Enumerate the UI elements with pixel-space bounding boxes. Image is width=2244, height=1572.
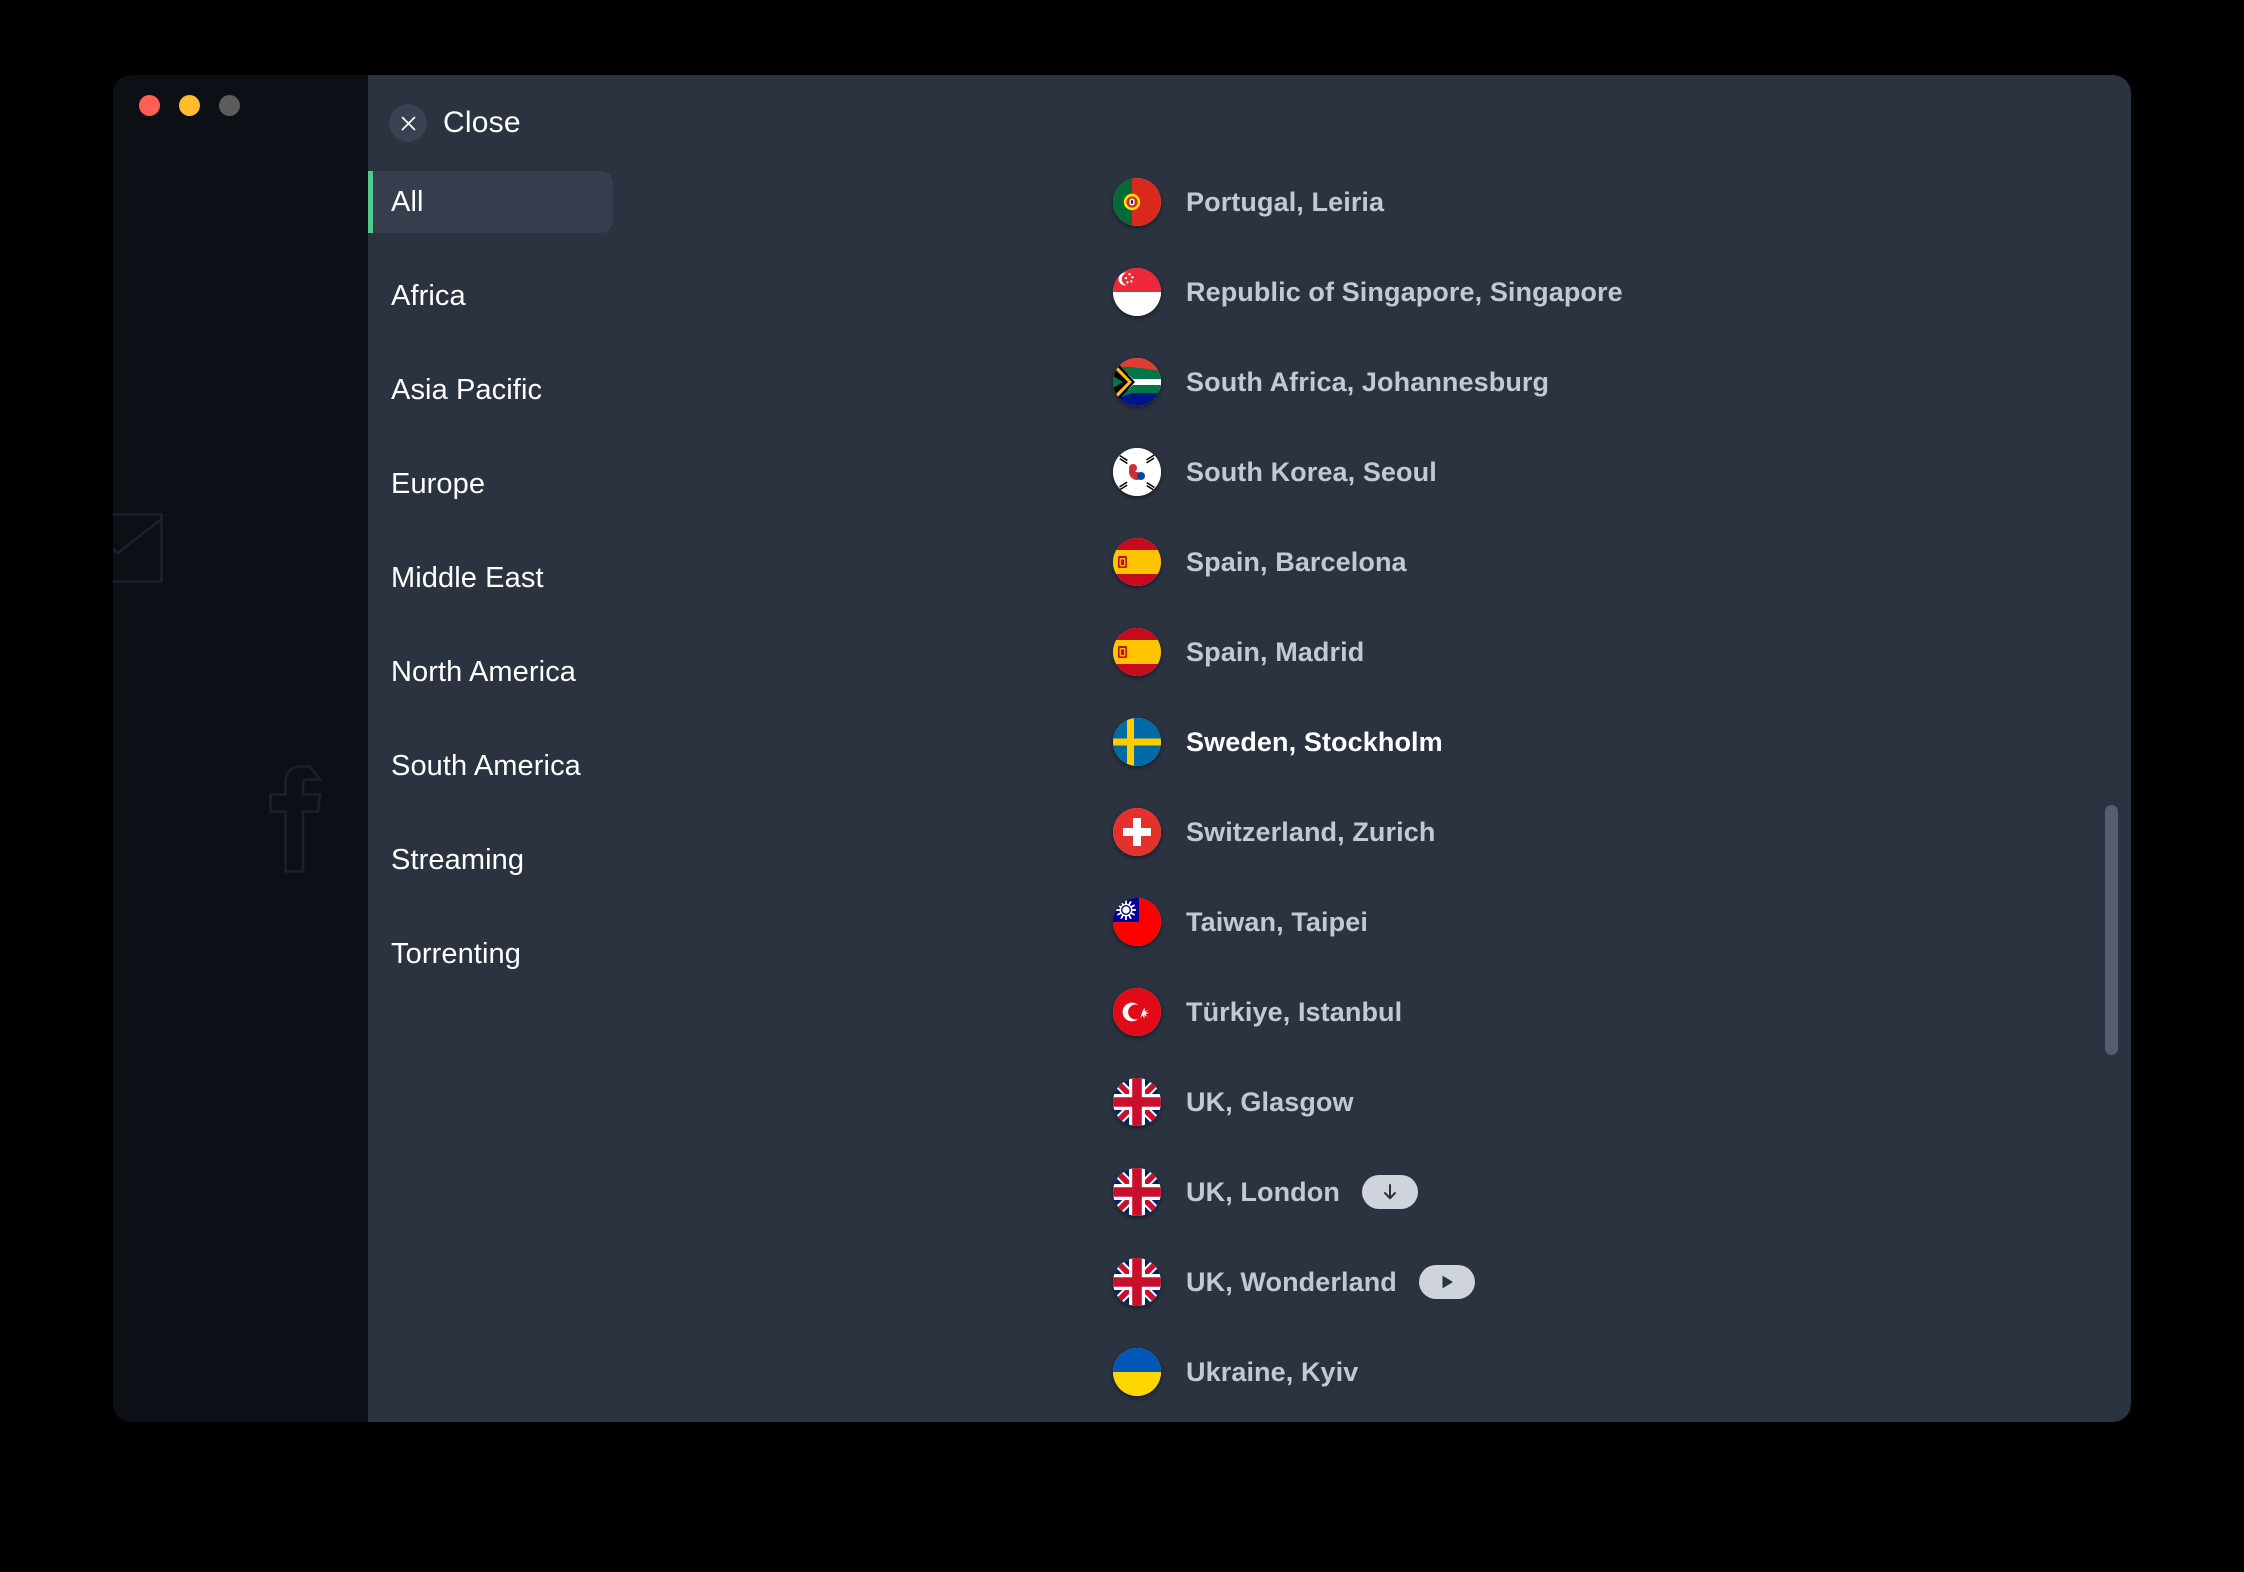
server-row[interactable]: Sweden, Stockholm (613, 697, 2131, 787)
server-label: Sweden, Stockholm (1186, 726, 1443, 757)
server-label: Portugal, Leiria (1186, 186, 1385, 217)
close-label: Close (443, 106, 521, 139)
sidebar-item-label: South America (391, 749, 581, 782)
sidebar-item-africa[interactable]: Africa (368, 265, 613, 327)
server-row[interactable]: Spain, Barcelona (613, 517, 2131, 607)
sidebar-item-label: All (391, 185, 424, 218)
server-row[interactable]: Ukraine, Kyiv (613, 1327, 2131, 1417)
sidebar-item-label: Africa (391, 279, 466, 312)
server-label: UK, Glasgow (1186, 1086, 1354, 1117)
close-button[interactable]: Close (389, 104, 521, 142)
flag-uk-icon (1113, 1258, 1161, 1306)
server-row[interactable]: Taiwan, Taipei (613, 877, 2131, 967)
server-row[interactable]: UK, Glasgow (613, 1057, 2131, 1147)
server-label: Republic of Singapore, Singapore (1186, 276, 1623, 307)
sidebar-item-europe[interactable]: Europe (368, 453, 613, 515)
flag-uk-icon (1113, 1078, 1161, 1126)
flag-uk-icon (1113, 1168, 1161, 1216)
close-icon (389, 104, 427, 142)
server-label: Spain, Barcelona (1186, 546, 1407, 577)
server-row[interactable]: Switzerland, Zurich (613, 787, 2131, 877)
server-row[interactable]: Republic of Singapore, Singapore (613, 247, 2131, 337)
sidebar-item-middle-east[interactable]: Middle East (368, 547, 613, 609)
window-zoom-button[interactable] (219, 95, 240, 116)
facebook-icon (265, 765, 333, 873)
sidebar-item-south-america[interactable]: South America (368, 735, 613, 797)
sidebar-item-torrenting[interactable]: Torrenting (368, 923, 613, 985)
server-label: UK, London (1186, 1176, 1340, 1207)
flag-ukraine-icon (1113, 1348, 1161, 1396)
server-row[interactable]: South Korea, Seoul (613, 427, 2131, 517)
window-traffic-lights (139, 95, 240, 116)
sidebar-item-asia-pacific[interactable]: Asia Pacific (368, 359, 613, 421)
sidebar-item-label: Streaming (391, 843, 525, 876)
server-label: Türkiye, Istanbul (1186, 996, 1403, 1027)
server-row[interactable]: South Africa, Johannesburg (613, 337, 2131, 427)
server-label: Switzerland, Zurich (1186, 816, 1436, 847)
sidebar-item-label: Asia Pacific (391, 373, 543, 406)
server-row[interactable]: Türkiye, Istanbul (613, 967, 2131, 1057)
server-label: Taiwan, Taipei (1186, 906, 1368, 937)
server-label: Spain, Madrid (1186, 636, 1365, 667)
server-list-scrollbar[interactable] (2093, 75, 2131, 1422)
download-icon[interactable] (1361, 1175, 1418, 1209)
server-picker-overlay: Close All Africa Asia Pacific Europe Middle … (368, 75, 2131, 1422)
flag-south-korea-icon (1113, 448, 1161, 496)
sidebar-item-streaming[interactable]: Streaming (368, 829, 613, 891)
server-row[interactable]: Portugal, Leiria (613, 157, 2131, 247)
sidebar-item-label: Europe (391, 467, 486, 500)
sidebar-item-north-america[interactable]: North America (368, 641, 613, 703)
flag-spain-icon (1113, 628, 1161, 676)
play-icon[interactable] (1418, 1265, 1475, 1299)
server-label: South Africa, Johannesburg (1186, 366, 1550, 397)
flag-sweden-icon (1113, 718, 1161, 766)
server-label: UK, Wonderland (1186, 1266, 1397, 1297)
window-close-button[interactable] (139, 95, 160, 116)
flag-singapore-icon (1113, 268, 1161, 316)
flag-taiwan-icon (1113, 898, 1161, 946)
sidebar-item-label: North America (391, 655, 577, 688)
flag-switzerland-icon (1113, 808, 1161, 856)
flag-turkiye-icon (1113, 988, 1161, 1036)
flag-spain-icon (1113, 538, 1161, 586)
window-minimize-button[interactable] (179, 95, 200, 116)
sidebar-item-all[interactable]: All (368, 171, 613, 233)
server-row[interactable]: Spain, Madrid (613, 607, 2131, 697)
server-label: South Korea, Seoul (1186, 456, 1437, 487)
flag-south-africa-icon (1113, 358, 1161, 406)
screen: Close All Africa Asia Pacific Europe Middle … (0, 0, 2244, 1572)
server-row[interactable]: UK, London (613, 1147, 2131, 1237)
category-sidebar: All Africa Asia Pacific Europe Middle East No… (368, 171, 613, 1017)
scrollbar-thumb[interactable] (2105, 805, 2118, 1055)
flag-portugal-icon (1113, 178, 1161, 226)
server-row[interactable]: UK, Wonderland (613, 1237, 2131, 1327)
sidebar-item-label: Middle East (391, 561, 544, 594)
app-window: Close All Africa Asia Pacific Europe Middle … (113, 75, 2131, 1422)
server-label: Ukraine, Kyiv (1186, 1356, 1359, 1387)
mail-icon (113, 513, 163, 583)
server-list: Portugal, Leiria Republic of Singapore, S… (613, 157, 2131, 1422)
sidebar-item-label: Torrenting (391, 937, 521, 970)
